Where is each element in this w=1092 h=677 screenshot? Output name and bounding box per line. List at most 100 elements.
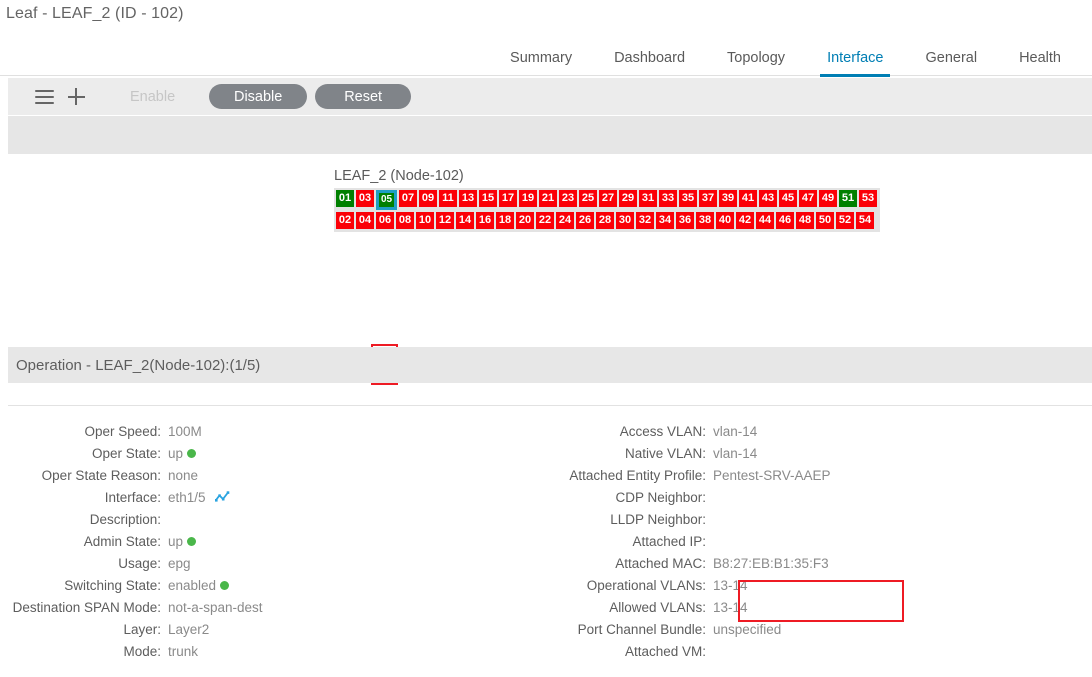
detail-value: vlan-14: [706, 424, 757, 439]
port-28[interactable]: 28: [596, 212, 614, 229]
port-03[interactable]: 03: [356, 190, 374, 207]
detail-value-text: Layer2: [168, 622, 210, 637]
port-41[interactable]: 41: [739, 190, 757, 207]
detail-label: Oper State:: [91, 446, 161, 461]
port-04[interactable]: 04: [356, 212, 374, 229]
status-dot-icon: [187, 537, 197, 546]
reset-button[interactable]: Reset: [315, 84, 412, 109]
detail-value-text: vlan-14: [713, 424, 758, 439]
port-34[interactable]: 34: [656, 212, 674, 229]
port-40[interactable]: 40: [716, 212, 734, 229]
port-10[interactable]: 10: [416, 212, 434, 229]
port-42[interactable]: 42: [736, 212, 754, 229]
port-33[interactable]: 33: [659, 190, 677, 207]
port-53[interactable]: 53: [859, 190, 877, 207]
port-12[interactable]: 12: [436, 212, 454, 229]
detail-row: Operational VLANs: 13-14: [546, 578, 1092, 600]
port-09[interactable]: 09: [419, 190, 437, 207]
detail-value-text: 100M: [168, 424, 202, 439]
enable-button[interactable]: Enable: [112, 84, 193, 109]
detail-value: 13-14: [706, 578, 748, 593]
port-31[interactable]: 31: [639, 190, 657, 207]
port-20[interactable]: 20: [516, 212, 534, 229]
port-26[interactable]: 26: [576, 212, 594, 229]
detail-label: Destination SPAN Mode:: [12, 600, 161, 615]
detail-value: up: [161, 534, 197, 549]
port-19[interactable]: 19: [519, 190, 537, 207]
port-24[interactable]: 24: [556, 212, 574, 229]
port-16[interactable]: 16: [476, 212, 494, 229]
port-18[interactable]: 18: [496, 212, 514, 229]
port-14[interactable]: 14: [456, 212, 474, 229]
tab-interface[interactable]: Interface: [806, 40, 904, 77]
detail-value-text: up: [168, 534, 184, 549]
detail-value-text: trunk: [168, 644, 199, 659]
port-44[interactable]: 44: [756, 212, 774, 229]
port-30[interactable]: 30: [616, 212, 634, 229]
port-23[interactable]: 23: [559, 190, 577, 207]
details-column-right: Access VLAN: vlan-14 Native VLAN: vlan-14 At…: [546, 424, 1092, 666]
port-54[interactable]: 54: [856, 212, 874, 229]
port-22[interactable]: 22: [536, 212, 554, 229]
port-32[interactable]: 32: [636, 212, 654, 229]
detail-row: Oper Speed: 100M: [0, 424, 546, 446]
statistics-chart-icon[interactable]: [214, 491, 230, 504]
port-15[interactable]: 15: [479, 190, 497, 207]
port-49[interactable]: 49: [819, 190, 837, 207]
detail-label: CDP Neighbor:: [615, 490, 706, 505]
port-46[interactable]: 46: [776, 212, 794, 229]
port-27[interactable]: 27: [599, 190, 617, 207]
detail-value-text: none: [168, 468, 199, 483]
port-35[interactable]: 35: [679, 190, 697, 207]
detail-value-text: up: [168, 446, 184, 461]
detail-label: Attached IP:: [632, 534, 706, 549]
detail-row: Access VLAN: vlan-14: [546, 424, 1092, 446]
detail-row: Admin State: up: [0, 534, 546, 556]
port-45[interactable]: 45: [779, 190, 797, 207]
port-08[interactable]: 08: [396, 212, 414, 229]
port-17[interactable]: 17: [499, 190, 517, 207]
port-38[interactable]: 38: [696, 212, 714, 229]
tab-topology[interactable]: Topology: [706, 40, 806, 76]
tab-dashboard[interactable]: Dashboard: [593, 40, 706, 76]
toolbar-filter-bar: [8, 116, 1092, 154]
port-51[interactable]: 51: [839, 190, 857, 207]
detail-label: Native VLAN:: [624, 446, 706, 461]
tab-health[interactable]: Health: [998, 40, 1082, 76]
hamburger-menu-icon[interactable]: [28, 81, 60, 113]
port-07[interactable]: 07: [399, 190, 417, 207]
detail-row: Layer: Layer2: [0, 622, 546, 644]
tab-general[interactable]: General: [904, 40, 998, 76]
disable-button[interactable]: Disable: [209, 84, 308, 109]
port-25[interactable]: 25: [579, 190, 597, 207]
port-01[interactable]: 01: [336, 190, 354, 207]
detail-row: Attached MAC: B8:27:EB:B1:35:F3: [546, 556, 1092, 578]
port-52[interactable]: 52: [836, 212, 854, 229]
port-50[interactable]: 50: [816, 212, 834, 229]
port-48[interactable]: 48: [796, 212, 814, 229]
port-39[interactable]: 39: [719, 190, 737, 207]
plus-icon[interactable]: [60, 81, 92, 113]
action-toolbar: Enable Disable Reset: [8, 78, 1092, 115]
port-37[interactable]: 37: [699, 190, 717, 207]
detail-value-text: unspecified: [713, 622, 782, 637]
port-36[interactable]: 36: [676, 212, 694, 229]
detail-value: 100M: [161, 424, 202, 439]
status-dot-icon: [220, 581, 230, 590]
port-row-odd: 01 03 05 07 09 11 13 15 17 19 21 23 25 27 29 31 33 35 37 39…: [335, 189, 878, 211]
port-29[interactable]: 29: [619, 190, 637, 207]
port-05[interactable]: 05: [379, 193, 394, 207]
detail-row: Destination SPAN Mode: not-a-span-dest: [0, 600, 546, 622]
tab-summary[interactable]: Summary: [489, 40, 593, 76]
detail-value: up: [161, 446, 197, 461]
port-21[interactable]: 21: [539, 190, 557, 207]
node-label: LEAF_2 (Node-102): [334, 168, 464, 184]
port-43[interactable]: 43: [759, 190, 777, 207]
port-13[interactable]: 13: [459, 190, 477, 207]
port-47[interactable]: 47: [799, 190, 817, 207]
interface-details: Oper Speed: 100M Oper State: up Oper State R…: [0, 424, 1092, 666]
port-11[interactable]: 11: [439, 190, 457, 207]
port-02[interactable]: 02: [336, 212, 354, 229]
port-06[interactable]: 06: [376, 212, 394, 229]
detail-row: Interface: eth1/5: [0, 490, 546, 512]
